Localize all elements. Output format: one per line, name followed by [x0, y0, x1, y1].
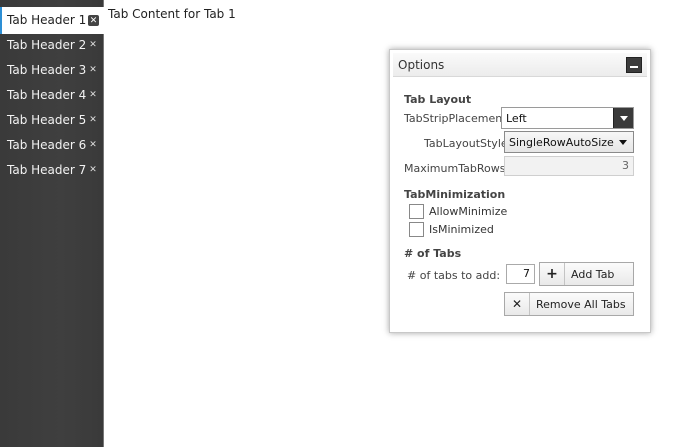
minimize-icon: [630, 66, 638, 68]
close-icon[interactable]: ✕: [88, 140, 98, 150]
close-icon[interactable]: ✕: [88, 40, 98, 50]
tab-label: Tab Header 4: [7, 88, 87, 102]
chevron-down-icon: [619, 140, 627, 145]
minimize-button[interactable]: [626, 57, 642, 73]
tab-header-1[interactable]: Tab Header 1 ✕: [0, 7, 104, 34]
tab-content-text: Tab Content for Tab 1: [108, 7, 236, 21]
close-icon[interactable]: ✕: [88, 165, 98, 175]
allow-minimize-label: AllowMinimize: [429, 205, 508, 218]
num-tabs-label: # of tabs to add:: [407, 269, 501, 282]
tablayoutstyle-label: TabLayoutStyle: [424, 137, 508, 150]
maximumtabrows-label: MaximumTabRows: [404, 162, 506, 175]
dropdown-button[interactable]: [613, 108, 633, 128]
close-icon[interactable]: ✕: [88, 65, 98, 75]
plus-icon: +: [540, 263, 565, 285]
add-tab-button[interactable]: + Add Tab: [539, 262, 634, 286]
remove-all-tabs-button[interactable]: ✕ Remove All Tabs: [504, 292, 634, 316]
add-tab-label: Add Tab: [571, 268, 615, 281]
tab-label: Tab Header 6: [7, 138, 87, 152]
tab-header-7[interactable]: Tab Header 7 ✕: [0, 158, 103, 183]
close-icon[interactable]: ✕: [88, 90, 98, 100]
close-icon[interactable]: ✕: [88, 15, 99, 26]
tablayoutstyle-value: SingleRowAutoSize: [509, 136, 614, 149]
section-title-tab-layout: Tab Layout: [404, 93, 472, 106]
tab-header-5[interactable]: Tab Header 5 ✕: [0, 108, 103, 133]
tab-header-2[interactable]: Tab Header 2 ✕: [0, 33, 103, 58]
tab-label: Tab Header 7: [7, 163, 87, 177]
maximumtabrows-input[interactable]: 3: [504, 156, 634, 176]
options-panel: Options Tab Layout TabStripPlacement Lef…: [389, 49, 651, 333]
tab-label: Tab Header 5: [7, 113, 87, 127]
is-minimized-checkbox[interactable]: [409, 222, 424, 237]
section-title-num-tabs: # of Tabs: [404, 247, 462, 260]
tabstripplacement-label: TabStripPlacement: [404, 112, 507, 125]
tabstripplacement-select[interactable]: Left: [501, 107, 634, 129]
tab-label: Tab Header 2: [7, 38, 87, 52]
is-minimized-label: IsMinimized: [429, 223, 494, 236]
allow-minimize-checkbox[interactable]: [409, 204, 424, 219]
options-title: Options: [398, 58, 445, 72]
dropdown-button[interactable]: [613, 132, 633, 152]
options-header: Options: [393, 53, 647, 77]
tab-header-4[interactable]: Tab Header 4 ✕: [0, 83, 103, 108]
section-title-tab-minimization: TabMinimization: [404, 188, 506, 201]
tab-header-6[interactable]: Tab Header 6 ✕: [0, 133, 103, 158]
close-icon[interactable]: ✕: [88, 115, 98, 125]
tabstripplacement-value: Left: [506, 112, 527, 125]
tab-label: Tab Header 1: [7, 13, 87, 27]
chevron-down-icon: [620, 116, 628, 121]
tab-strip: Tab Header 1 ✕ Tab Header 2 ✕ Tab Header…: [0, 0, 104, 447]
tablayoutstyle-select[interactable]: SingleRowAutoSize: [504, 131, 634, 153]
x-icon: ✕: [505, 293, 530, 315]
tab-header-3[interactable]: Tab Header 3 ✕: [0, 58, 103, 83]
remove-all-tabs-label: Remove All Tabs: [536, 298, 626, 311]
tab-label: Tab Header 3: [7, 63, 87, 77]
num-tabs-input[interactable]: 7: [506, 264, 535, 284]
